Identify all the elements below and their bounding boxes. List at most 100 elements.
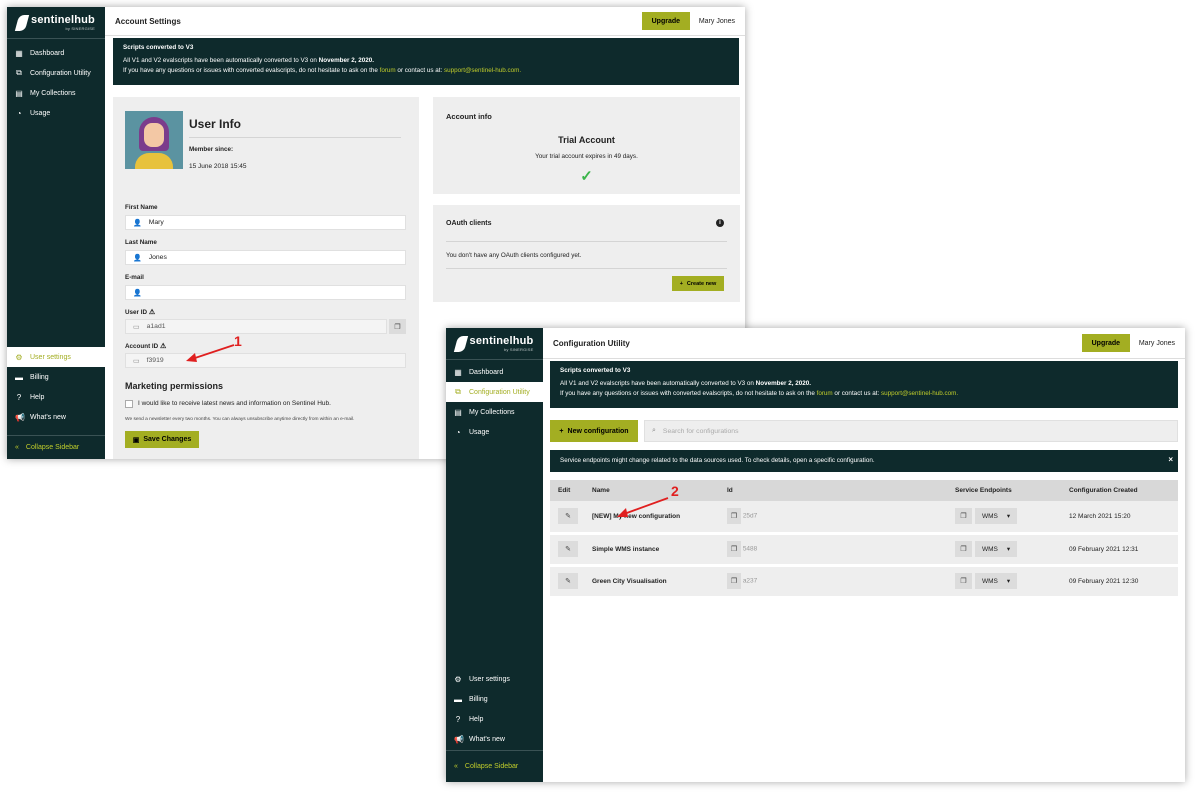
- configuration-created: 09 February 2021 12:30: [1061, 565, 1178, 599]
- support-email-link[interactable]: support@sentinel-hub.com.: [881, 390, 958, 397]
- user-icon: 👤: [133, 289, 142, 297]
- account-id-field[interactable]: ▭ f3919: [125, 353, 406, 368]
- sidebar-item-help[interactable]: ? Help: [7, 387, 105, 407]
- user-name[interactable]: Mary Jones: [1139, 340, 1175, 347]
- layers-icon: ⧉: [455, 387, 461, 396]
- sidebar: sentinelhub by SINERGISE ▦ Dashboard ⧉ Conf…: [446, 328, 543, 782]
- megaphone-icon: 📢: [454, 734, 464, 744]
- sidebar-item-my-collections[interactable]: ▤ My Collections: [446, 402, 543, 422]
- sidebar-item-user-settings[interactable]: ⚙ User settings: [446, 669, 543, 689]
- sidebar-item-my-collections[interactable]: ▤ My Collections: [7, 83, 105, 103]
- double-chevron-left-icon: «: [15, 444, 19, 451]
- last-name-field[interactable]: 👤 Jones: [125, 250, 406, 265]
- sidebar-item-whats-new[interactable]: 📢 What's new: [7, 407, 105, 427]
- map-icon: ▤: [15, 88, 23, 98]
- marketing-heading: Marketing permissions: [125, 381, 224, 391]
- edit-icon[interactable]: ✎: [558, 541, 578, 557]
- megaphone-icon: 📢: [15, 412, 25, 422]
- annotation-arrow-1: [186, 344, 235, 362]
- configuration-id: 5488: [742, 545, 758, 553]
- search-configurations-input[interactable]: ⌕ Search for configurations: [644, 420, 1178, 442]
- copy-user-id-button[interactable]: ❐: [389, 319, 406, 334]
- copy-icon[interactable]: ❐: [727, 541, 741, 557]
- user-id-field[interactable]: ▭ a1ad1: [125, 319, 387, 334]
- layers-icon: ⧉: [16, 68, 22, 77]
- sidebar-item-dashboard[interactable]: ▦ Dashboard: [446, 362, 543, 382]
- copy-icon[interactable]: ❐: [955, 508, 972, 525]
- question-icon: ?: [455, 714, 461, 724]
- new-configuration-button[interactable]: + New configuration: [550, 420, 638, 442]
- close-icon[interactable]: ×: [1168, 454, 1173, 466]
- endpoint-dropdown[interactable]: WMS ▾: [975, 573, 1018, 589]
- endpoint-dropdown[interactable]: WMS ▾: [975, 508, 1018, 525]
- chevron-down-icon: ▾: [1006, 578, 1011, 585]
- divider: [446, 268, 727, 269]
- support-email-link[interactable]: support@sentinel-hub.com.: [444, 67, 521, 74]
- email-field[interactable]: 👤: [125, 285, 406, 300]
- sidebar-item-user-settings[interactable]: ⚙ User settings: [7, 347, 105, 367]
- divider: [189, 137, 401, 138]
- copy-icon[interactable]: ❐: [727, 508, 741, 525]
- configuration-created: 12 March 2021 15:20: [1061, 501, 1178, 535]
- edit-icon[interactable]: ✎: [558, 573, 578, 589]
- grid-icon: ▦: [15, 48, 23, 58]
- warning-icon: ⚠: [148, 309, 156, 316]
- sidebar: sentinelhub by SINERGISE ▦ Dashboard ⧉ Conf…: [7, 7, 105, 459]
- column-header-created[interactable]: Configuration Created: [1061, 480, 1178, 501]
- marketing-note: We send a newsletter every two months. Y…: [125, 417, 355, 422]
- id-card-icon: ▭: [133, 357, 140, 365]
- endpoint-notice: Service endpoints might change related t…: [550, 450, 1178, 472]
- logo-mark-icon: [14, 14, 30, 31]
- configuration-id: 25d7: [742, 512, 758, 520]
- sidebar-item-usage[interactable]: ◔ Usage: [446, 422, 543, 442]
- question-icon: ?: [16, 392, 22, 402]
- configuration-name[interactable]: Simple WMS instance: [584, 533, 719, 567]
- endpoint-dropdown[interactable]: WMS ▾: [975, 541, 1018, 557]
- collapse-sidebar-button[interactable]: «Collapse Sidebar: [7, 435, 105, 459]
- user-icon: 👤: [133, 219, 142, 227]
- user-id-label: User ID ⚠: [125, 309, 156, 316]
- table-row[interactable]: ✎ Simple WMS instance ❐ 5488 ❐ WMS ▾ 09 Fe…: [550, 533, 1178, 567]
- sidebar-item-dashboard[interactable]: ▦ Dashboard: [7, 43, 105, 63]
- sidebar-item-help[interactable]: ? Help: [446, 709, 543, 729]
- sidebar-item-configuration-utility[interactable]: ⧉ Configuration Utility: [446, 382, 543, 402]
- sentinelhub-logo[interactable]: sentinelhub by SINERGISE: [7, 7, 105, 39]
- marketing-checkbox-label: I would like to receive latest news and …: [138, 400, 331, 407]
- copy-icon[interactable]: ❐: [955, 573, 972, 589]
- oauth-empty-text: You don't have any OAuth clients configu…: [446, 252, 582, 259]
- sentinelhub-logo[interactable]: sentinelhub by SINERGISE: [446, 328, 543, 360]
- save-changes-button[interactable]: ▣ Save Changes: [125, 431, 199, 448]
- sidebar-item-billing[interactable]: ▬ Billing: [446, 689, 543, 709]
- trial-expiry: Your trial account expires in 49 days.: [535, 153, 638, 160]
- sidebar-item-configuration-utility[interactable]: ⧉ Configuration Utility: [7, 63, 105, 83]
- top-bar: Account Settings Upgrade Mary Jones: [105, 7, 745, 36]
- map-icon: ▤: [454, 407, 462, 417]
- info-icon[interactable]: i: [716, 219, 724, 227]
- configuration-id: a237: [742, 577, 758, 585]
- divider: [446, 241, 727, 242]
- configuration-name[interactable]: Green City Visualisation: [584, 565, 719, 599]
- forum-link[interactable]: forum: [380, 67, 396, 74]
- annotation-arrow-2: [617, 497, 669, 517]
- upgrade-button[interactable]: Upgrade: [1081, 334, 1130, 352]
- user-name[interactable]: Mary Jones: [699, 18, 735, 25]
- table-row[interactable]: ✎ Green City Visualisation ❐ a237 ❐ WMS ▾ …: [550, 565, 1178, 599]
- copy-icon[interactable]: ❐: [727, 573, 741, 589]
- user-info-panel: User Info Member since: 15 June 2018 15:…: [113, 97, 419, 459]
- email-label: E-mail: [125, 274, 144, 281]
- sidebar-item-billing[interactable]: ▬ Billing: [7, 367, 105, 387]
- sidebar-item-usage[interactable]: ◔ Usage: [7, 103, 105, 123]
- sidebar-item-whats-new[interactable]: 📢 What's new: [446, 729, 543, 749]
- forum-link[interactable]: forum: [817, 390, 833, 397]
- oauth-heading: OAuth clients: [446, 220, 492, 227]
- first-name-field[interactable]: 👤 Mary: [125, 215, 406, 230]
- avatar: [125, 111, 183, 169]
- edit-icon[interactable]: ✎: [558, 508, 578, 525]
- chevron-down-icon: ▾: [1006, 546, 1011, 553]
- create-oauth-client-button[interactable]: + Create new: [672, 276, 724, 291]
- collapse-sidebar-button[interactable]: «Collapse Sidebar: [446, 750, 543, 782]
- copy-icon[interactable]: ❐: [955, 541, 972, 557]
- upgrade-button[interactable]: Upgrade: [641, 12, 690, 30]
- logo-mark-icon: [453, 335, 468, 352]
- marketing-checkbox[interactable]: [125, 400, 133, 408]
